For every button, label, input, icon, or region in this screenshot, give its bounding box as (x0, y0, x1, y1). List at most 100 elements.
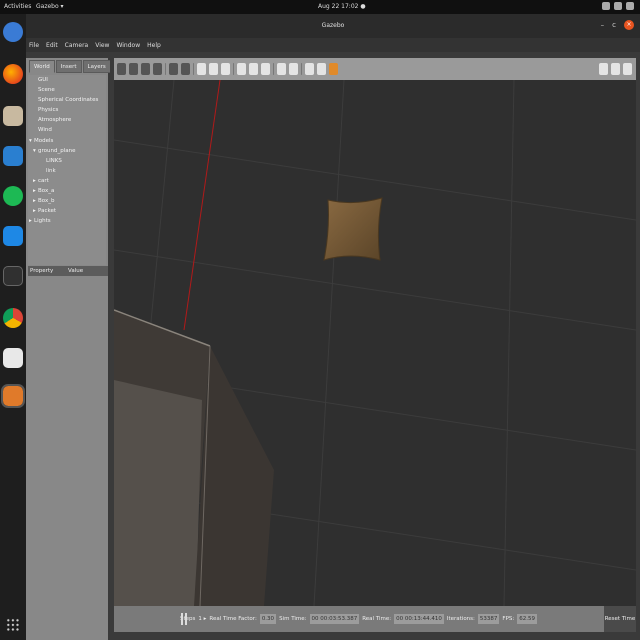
3d-scene-view[interactable] (114, 80, 636, 606)
paste-icon[interactable] (289, 63, 298, 75)
rotate-mode-icon[interactable] (141, 63, 150, 75)
libreoffice-icon[interactable] (3, 348, 23, 368)
tree-item-label: Atmosphere (38, 117, 72, 124)
sphere-shape-icon[interactable] (209, 63, 218, 75)
menu-view[interactable]: View (95, 42, 109, 49)
tree-item-label: Lights (34, 218, 51, 225)
terminal-icon[interactable] (3, 266, 23, 286)
scene-toolbar (114, 58, 636, 80)
value-column: Value (68, 268, 84, 274)
iterations-label: Iterations: (446, 616, 475, 622)
gazebo-icon[interactable] (1, 384, 25, 408)
writer-icon[interactable] (3, 146, 23, 166)
viewport-area: Steps 1 ▸ Real Time Factor: 0.30 Sim Tim… (114, 58, 636, 634)
help-icon[interactable] (3, 22, 23, 42)
tree-item[interactable]: Atmosphere (28, 115, 106, 125)
tree-item-label: Box_b (38, 198, 55, 205)
translate-mode-icon[interactable] (129, 63, 138, 75)
pause-icon[interactable] (181, 613, 187, 625)
tree-item[interactable]: GUI (28, 75, 106, 85)
tab-world[interactable]: World (29, 60, 55, 73)
menu-file[interactable]: File (29, 42, 39, 49)
system-tray[interactable] (602, 2, 634, 10)
scale-mode-icon[interactable] (153, 63, 162, 75)
toolbar-divider (273, 63, 274, 75)
box-shape-icon[interactable] (197, 63, 206, 75)
menu-camera[interactable]: Camera (65, 42, 89, 49)
spotify-icon[interactable] (3, 186, 23, 206)
tree-item[interactable]: ▸ cart (28, 176, 106, 186)
tree-item[interactable]: LINKS (28, 156, 106, 166)
real-time-value: 00 00:13:44.410 (394, 614, 444, 624)
tree-item-label: Physics (38, 107, 59, 114)
directional-light-icon[interactable] (261, 63, 270, 75)
spot-light-icon[interactable] (249, 63, 258, 75)
real-time-label: Real Time: (362, 616, 392, 622)
cylinder-shape-icon[interactable] (221, 63, 230, 75)
property-header: Property Value (28, 266, 108, 276)
tree-item[interactable]: ▸ Box_a (28, 186, 106, 196)
clock[interactable]: Aug 22 17:02 ● (318, 3, 366, 10)
copy-icon[interactable] (277, 63, 286, 75)
restore-button[interactable]: c (612, 21, 616, 29)
snap-icon[interactable] (317, 63, 326, 75)
tree-item[interactable]: ▸ Box_b (28, 196, 106, 206)
tree-item[interactable]: ▸ Lights (28, 216, 106, 226)
align-icon[interactable] (305, 63, 314, 75)
tree-item[interactable]: ▾ ground_plane (28, 146, 106, 156)
tree-item-label: Packet (38, 208, 56, 215)
undo-icon[interactable] (169, 63, 178, 75)
app-menu[interactable]: Gazebo ▾ (36, 3, 64, 10)
tree-item-label: link (46, 167, 56, 174)
tab-insert[interactable]: Insert (55, 60, 82, 73)
left-panel: World Insert Layers GUI Scene Spherical Co… (26, 58, 111, 640)
files-icon[interactable] (3, 106, 23, 126)
x-axis-line (183, 80, 221, 331)
tree-item-label: ground_plane (38, 147, 76, 154)
chrome-icon[interactable] (3, 308, 23, 328)
gazebo-window: Gazebo – c × File Edit Camera View Windo… (26, 14, 640, 640)
tree-item[interactable]: Wind (28, 125, 106, 135)
sim-time-value: 00 00:03:53.387 (309, 614, 360, 624)
tree-item-label: GUI (38, 77, 48, 83)
fps-label: FPS: (502, 616, 515, 622)
tree-item-label: Scene (38, 87, 55, 94)
log-icon[interactable] (611, 63, 620, 75)
select-mode-icon[interactable] (117, 63, 126, 75)
firefox-icon[interactable] (3, 64, 23, 84)
fps-value: 62.59 (517, 614, 537, 624)
activities-button[interactable]: Activities (4, 3, 31, 10)
vscode-icon[interactable] (3, 226, 23, 246)
tree-item[interactable]: ▾ Models (28, 136, 106, 146)
menu-edit[interactable]: Edit (46, 42, 58, 49)
tree-item[interactable]: link (28, 166, 106, 176)
window-title: Gazebo (321, 22, 345, 29)
tree-item[interactable]: ▸ Packet (28, 206, 106, 216)
close-button[interactable]: × (624, 20, 634, 30)
tree-item-label: Box_a (38, 188, 55, 195)
sim-time-label: Sim Time: (279, 616, 307, 622)
steps-stepper[interactable]: 1 ▸ (198, 616, 206, 622)
reset-time-button[interactable]: Reset Time (604, 606, 636, 632)
dock (0, 14, 26, 640)
show-apps-icon[interactable] (6, 618, 20, 632)
tree-item[interactable]: Scene (28, 85, 106, 95)
point-light-icon[interactable] (237, 63, 246, 75)
tab-layers[interactable]: Layers (82, 60, 111, 73)
change-view-icon[interactable] (329, 63, 338, 75)
menu-window[interactable]: Window (116, 42, 140, 49)
tree-item[interactable]: Spherical Coordinates (28, 95, 106, 105)
minimize-button[interactable]: – (601, 21, 605, 29)
iterations-value: 53387 (477, 614, 500, 624)
toolbar-divider (301, 63, 302, 75)
plot-icon[interactable] (623, 63, 632, 75)
property-column: Property (30, 268, 54, 274)
menu-help[interactable]: Help (147, 42, 161, 49)
screenshot-icon[interactable] (599, 63, 608, 75)
redo-icon[interactable] (181, 63, 190, 75)
tree-item[interactable]: Physics (28, 105, 106, 115)
table-front (114, 380, 202, 606)
tree-item-label: Wind (38, 127, 52, 134)
title-bar[interactable]: Gazebo – c × (26, 14, 640, 38)
right-panel-handle[interactable] (636, 58, 640, 638)
